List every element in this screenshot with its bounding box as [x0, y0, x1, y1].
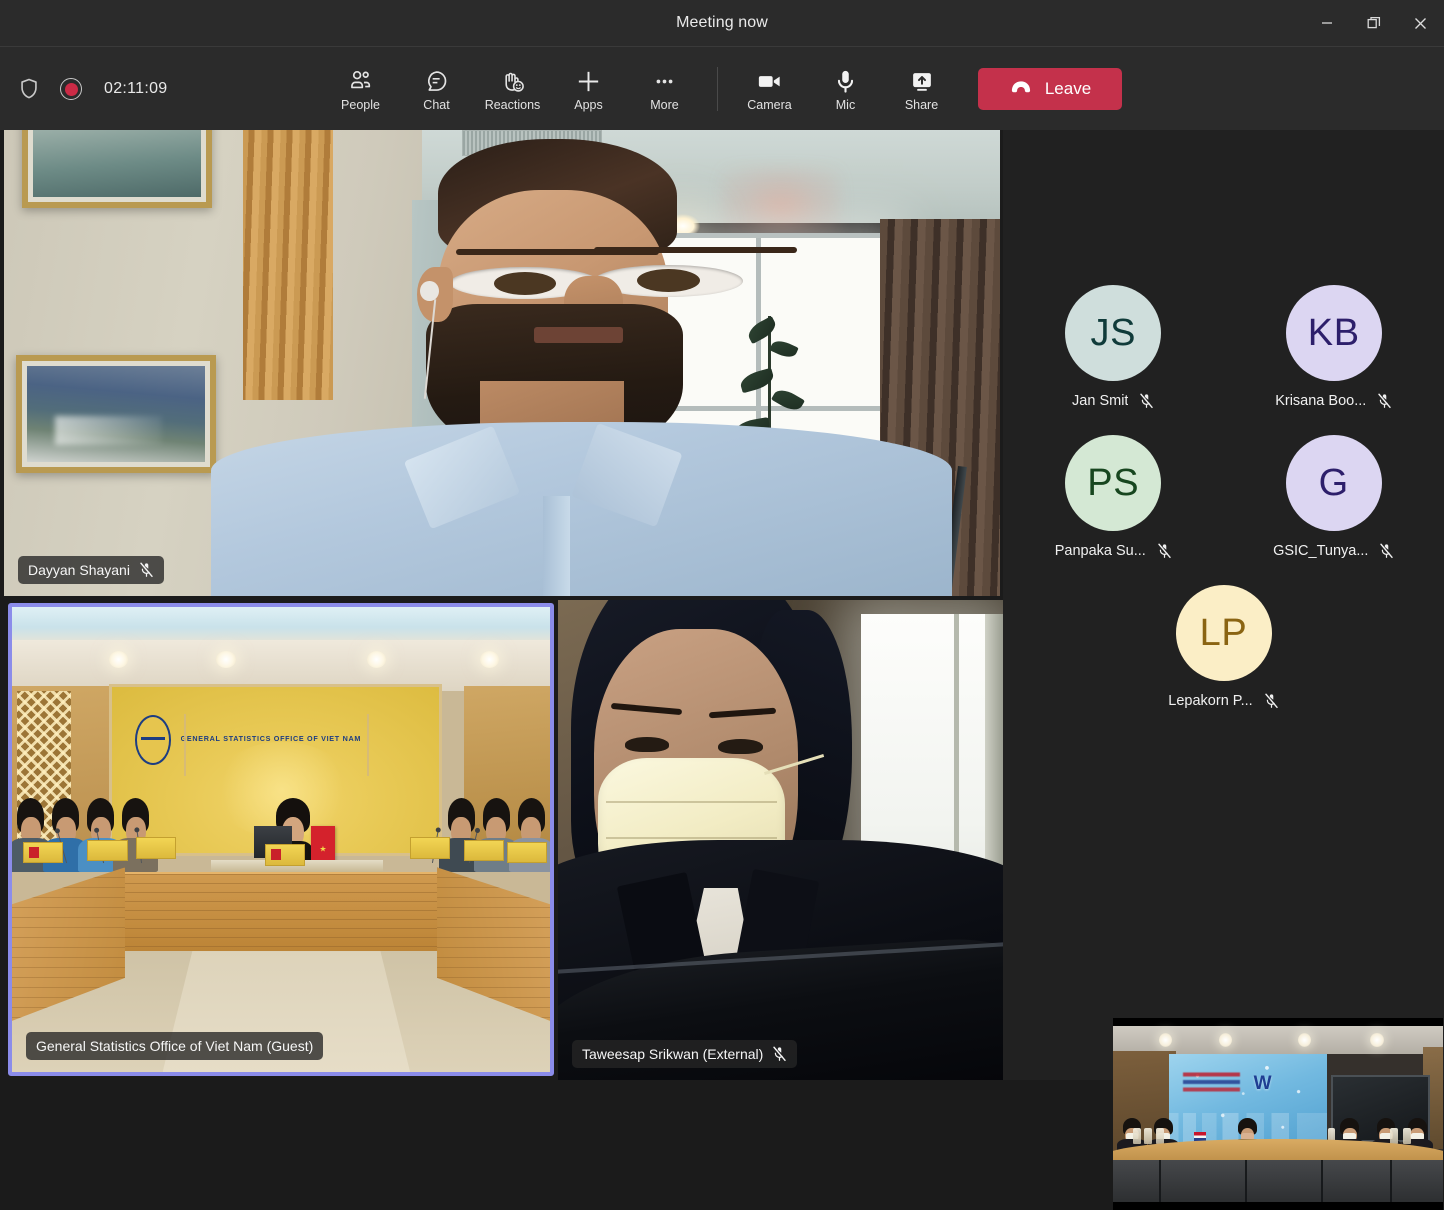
action-buttons-group: People Chat [323, 51, 1122, 127]
avatar: G [1286, 435, 1382, 531]
participant-name-row: Lepakorn P... [1168, 693, 1278, 709]
chat-icon [423, 66, 450, 96]
participant-name-row: Krisana Boo... [1275, 393, 1392, 409]
muted-mic-icon [1157, 543, 1172, 559]
avatar: LP [1176, 585, 1272, 681]
participant-name-row: Jan Smit [1072, 393, 1154, 409]
video-tile-dayyan-shayani[interactable]: Dayyan Shayani [4, 130, 1000, 596]
video-tile-general-statistics-office-of-viet-nam[interactable]: GENERAL STATISTICS OFFICE OF VIET NAM [8, 603, 554, 1076]
close-button[interactable] [1397, 0, 1444, 46]
event-logo-icon: W [1251, 1071, 1273, 1097]
minimize-icon [1320, 16, 1334, 30]
people-button[interactable]: People [323, 51, 399, 127]
organization-seal-icon [135, 715, 171, 765]
name-pill: General Statistics Office of Viet Nam (G… [26, 1032, 323, 1060]
apps-button[interactable]: Apps [551, 51, 627, 127]
participant-name: Jan Smit [1072, 393, 1128, 409]
banner-text: GENERAL STATISTICS OFFICE OF VIET NAM [181, 723, 384, 753]
participant-name: Panpaka Su... [1055, 543, 1146, 559]
hangup-icon [1008, 74, 1034, 105]
video-tile-thai-conference-room[interactable]: W [1113, 1018, 1443, 1210]
muted-mic-icon [1139, 393, 1154, 409]
muted-mic-icon [1379, 543, 1394, 559]
leave-label: Leave [1045, 79, 1091, 99]
thai-conference-room-scene: W [1113, 1026, 1443, 1202]
apps-label: Apps [574, 99, 603, 112]
share-label: Share [905, 99, 938, 112]
chat-button[interactable]: Chat [399, 51, 475, 127]
participant-name: Lepakorn P... [1168, 693, 1252, 709]
avatar-grid: JS Jan Smit KB Krisana Boo... [1003, 285, 1444, 735]
minimize-button[interactable] [1303, 0, 1350, 46]
apps-plus-icon [574, 66, 603, 96]
camera-label: Camera [747, 99, 791, 112]
reactions-label: Reactions [485, 99, 541, 112]
camera-button[interactable]: Camera [732, 51, 808, 127]
thai-headline-text [1183, 1070, 1240, 1100]
avatar: KB [1286, 285, 1382, 381]
participant-cell-krisana-boo[interactable]: KB Krisana Boo... [1224, 285, 1444, 435]
participant-name: General Statistics Office of Viet Nam (G… [36, 1038, 313, 1054]
restore-button[interactable] [1350, 0, 1397, 46]
avatar: JS [1065, 285, 1161, 381]
more-ellipsis-icon [651, 66, 678, 96]
window-title: Meeting now [676, 14, 768, 32]
participant-name: Krisana Boo... [1275, 393, 1366, 409]
name-pill: Dayyan Shayani [18, 556, 164, 584]
muted-mic-icon [1264, 693, 1279, 709]
people-icon [347, 66, 374, 96]
window-controls [1303, 0, 1444, 46]
participant-cell-lepakorn-p[interactable]: LP Lepakorn P... [1003, 585, 1444, 735]
framed-painting-top [22, 130, 212, 208]
participant-name-row: Panpaka Su... [1055, 543, 1172, 559]
more-button[interactable]: More [627, 51, 703, 127]
name-pill: Taweesap Srikwan (External) [572, 1040, 797, 1068]
window-title-bar: Meeting now [0, 0, 1444, 46]
action-bar-center: People Chat [0, 47, 1444, 131]
muted-mic-icon [1377, 393, 1392, 409]
desk-front-panels [1113, 1160, 1443, 1202]
microphone-icon [831, 66, 860, 96]
participant-cell-jan-smit[interactable]: JS Jan Smit [1003, 285, 1224, 435]
chat-label: Chat [423, 99, 449, 112]
camera-icon [755, 66, 784, 96]
toolbar-divider [717, 67, 718, 111]
participant-name: Dayyan Shayani [28, 562, 130, 578]
restore-icon [1366, 15, 1382, 31]
participant-cell-gsic-tunya[interactable]: G GSIC_Tunya... [1224, 435, 1444, 585]
participant-name: Taweesap Srikwan (External) [582, 1046, 763, 1062]
reactions-button[interactable]: Reactions [475, 51, 551, 127]
share-button[interactable]: Share [884, 51, 960, 127]
avatar: PS [1065, 435, 1161, 531]
muted-mic-icon [772, 1046, 787, 1062]
mic-label: Mic [836, 99, 855, 112]
more-label: More [650, 99, 678, 112]
share-screen-icon [908, 66, 936, 96]
meeting-action-bar: 02:11:09 People [0, 46, 1444, 130]
tile-background-scene [558, 600, 1003, 1080]
participant-figure [283, 139, 881, 596]
muted-mic-icon [139, 562, 154, 578]
reactions-icon [499, 66, 526, 96]
participant-name: GSIC_Tunya... [1273, 543, 1368, 559]
table-front-panel [114, 872, 448, 951]
participants-sidebar: JS Jan Smit KB Krisana Boo... [1003, 130, 1444, 1080]
framed-painting-bottom [16, 355, 216, 473]
leave-button[interactable]: Leave [978, 68, 1122, 110]
close-icon [1413, 16, 1428, 31]
mic-button[interactable]: Mic [808, 51, 884, 127]
participant-name-row: GSIC_Tunya... [1273, 543, 1394, 559]
participant-cell-panpaka-su[interactable]: PS Panpaka Su... [1003, 435, 1224, 585]
conference-room-scene: GENERAL STATISTICS OFFICE OF VIET NAM [12, 607, 550, 1072]
people-label: People [341, 99, 380, 112]
video-tile-taweesap-srikwan[interactable]: Taweesap Srikwan (External) [558, 600, 1003, 1080]
video-stage: Dayyan Shayani GENERAL STATISTICS [0, 130, 1444, 1080]
